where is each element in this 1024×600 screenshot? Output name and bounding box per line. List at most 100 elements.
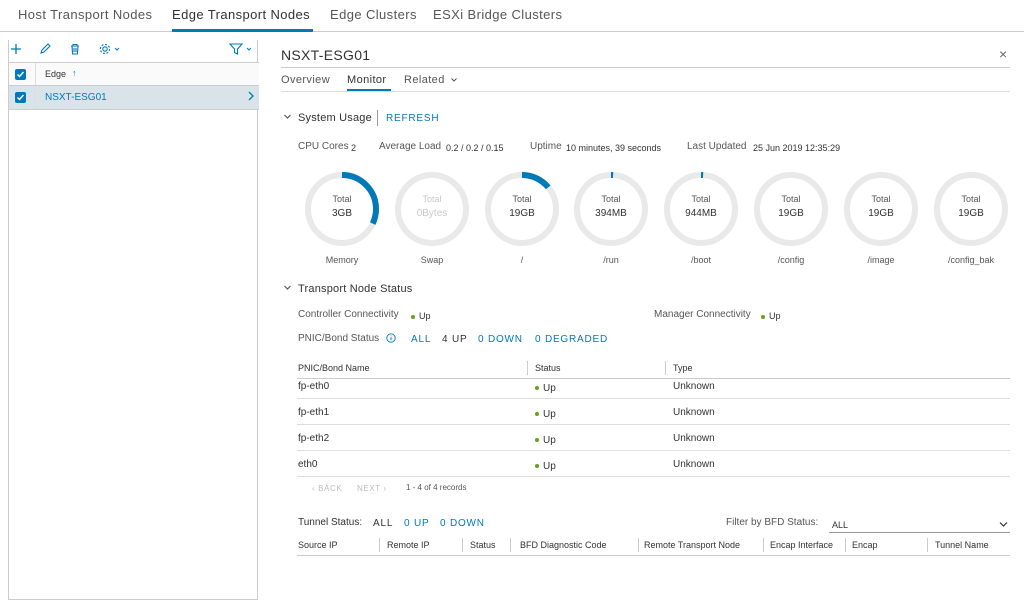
donut-total-value: 19GB xyxy=(868,208,894,219)
table-row[interactable]: NSXT-ESG01 xyxy=(9,86,259,110)
donut-total-value: 0Bytes xyxy=(416,208,448,219)
usage-donut: Total 944MB xyxy=(662,170,740,248)
tab-monitor[interactable]: Monitor xyxy=(347,74,386,86)
pnic-filter-all[interactable]: ALL xyxy=(411,334,431,345)
donut-total-value: 394MB xyxy=(595,208,627,219)
donut-total-label: Total xyxy=(601,194,621,204)
tunnel-filter-up[interactable]: 0 UP xyxy=(404,518,429,529)
chevron-right-icon[interactable] xyxy=(247,90,255,105)
filter-icon[interactable] xyxy=(228,42,255,58)
add-icon[interactable] xyxy=(9,42,25,58)
column-header-edge[interactable]: Edge xyxy=(45,69,66,79)
tunnel-status-label: Tunnel Status: xyxy=(298,517,363,528)
donut-total-label: Total xyxy=(691,194,711,204)
tab-esxi-bridge-clusters[interactable]: ESXi Bridge Clusters xyxy=(433,7,562,22)
average-load-value: 0.2 / 0.2 / 0.15 xyxy=(446,143,504,153)
tunnel-column-header[interactable]: BFD Diagnostic Code xyxy=(520,540,607,550)
donut-total-value: 19GB xyxy=(958,208,984,219)
bfd-filter-label: Filter by BFD Status: xyxy=(726,517,819,528)
cpu-cores-label: CPU Cores xyxy=(298,141,349,152)
top-tab-bar: Host Transport Nodes Edge Transport Node… xyxy=(0,0,1024,32)
pnic-status: Up xyxy=(535,461,556,472)
usage-donut: Total 19GB xyxy=(752,170,830,248)
pager-next-button[interactable]: NEXT › xyxy=(357,484,387,493)
info-icon[interactable] xyxy=(386,333,396,346)
column-header-type[interactable]: Type xyxy=(673,363,693,373)
active-tab-indicator xyxy=(172,29,313,32)
refresh-button[interactable]: REFRESH xyxy=(386,113,439,124)
pnic-bond-status-label: PNIC/Bond Status xyxy=(298,333,380,344)
status-up-dot xyxy=(411,314,415,319)
usage-donut: Total 19GB xyxy=(932,170,1010,248)
page-title: NSXT-ESG01 xyxy=(281,47,371,63)
uptime-label: Uptime xyxy=(530,141,562,152)
select-all-checkbox[interactable] xyxy=(15,69,26,80)
edit-icon[interactable] xyxy=(38,42,54,58)
usage-donut: Total 19GB xyxy=(483,170,561,248)
pnic-filter-degraded[interactable]: 0 DEGRADED xyxy=(535,334,608,345)
tunnel-column-header[interactable]: Encap Interface xyxy=(770,540,833,550)
delete-icon[interactable] xyxy=(68,42,84,58)
sort-ascending-icon[interactable]: ↑ xyxy=(72,68,77,78)
uptime-value: 10 minutes, 39 seconds xyxy=(566,143,662,153)
column-header-pnic-name[interactable]: PNIC/Bond Name xyxy=(298,363,370,373)
tab-host-transport-nodes[interactable]: Host Transport Nodes xyxy=(18,7,152,22)
donut-caption: /config xyxy=(777,255,805,265)
manager-connectivity-label: Manager Connectivity xyxy=(654,309,751,320)
pnic-status: Up xyxy=(535,435,556,446)
pnic-status: Up xyxy=(535,409,556,420)
last-updated-label: Last Updated xyxy=(687,141,747,152)
tunnel-filter-all[interactable]: ALL xyxy=(373,518,393,529)
collapse-system-usage-icon[interactable] xyxy=(283,112,292,122)
pnic-type: Unknown xyxy=(673,381,715,392)
donut-total-label: Total xyxy=(781,194,801,204)
bfd-status-selected-value: ALL xyxy=(832,520,849,530)
tab-overview[interactable]: Overview xyxy=(281,74,330,86)
cpu-cores-value: 2 xyxy=(351,143,357,153)
tunnel-filter-down[interactable]: 0 DOWN xyxy=(440,518,485,529)
tunnel-column-header[interactable]: Remote Transport Node xyxy=(644,540,740,550)
edge-node-link[interactable]: NSXT-ESG01 xyxy=(45,92,107,103)
pnic-name: fp-eth0 xyxy=(298,381,330,392)
tab-related[interactable]: Related xyxy=(404,74,458,86)
tunnel-column-header[interactable]: Tunnel Name xyxy=(935,540,989,550)
donut-total-label: Total xyxy=(961,194,981,204)
row-checkbox[interactable] xyxy=(15,92,26,103)
usage-donut: Total 19GB xyxy=(842,170,920,248)
donut-caption: /config_bak xyxy=(947,255,995,265)
tunnel-column-header[interactable]: Status xyxy=(470,540,496,550)
status-up-dot xyxy=(535,386,539,391)
status-up-dot xyxy=(535,438,539,443)
manager-connectivity-status: Up xyxy=(761,311,781,321)
tunnel-column-header[interactable]: Encap xyxy=(852,540,878,550)
settings-dropdown-icon[interactable] xyxy=(98,42,124,58)
donut-caption: Swap xyxy=(420,255,444,265)
pnic-filter-up[interactable]: 4 UP xyxy=(442,334,467,345)
pager-info: 1 - 4 of 4 records xyxy=(406,483,467,492)
collapse-transport-status-icon[interactable] xyxy=(283,283,292,293)
tunnel-column-header[interactable]: Source IP xyxy=(298,540,338,550)
last-updated-value: 25 Jun 2019 12:35:29 xyxy=(753,143,841,153)
usage-donut: Total 3GB xyxy=(303,170,381,248)
tunnel-column-header[interactable]: Remote IP xyxy=(387,540,430,550)
tab-edge-transport-nodes[interactable]: Edge Transport Nodes xyxy=(172,7,310,22)
list-toolbar xyxy=(9,40,259,62)
close-icon[interactable]: × xyxy=(999,46,1007,62)
column-header-status[interactable]: Status xyxy=(535,363,561,373)
pnic-type: Unknown xyxy=(673,433,715,444)
status-up-dot xyxy=(761,314,765,319)
edge-list-panel: Edge ↑ NSXT-ESG01 xyxy=(8,40,259,600)
status-up-dot xyxy=(535,464,539,469)
average-load-label: Average Load xyxy=(379,141,442,152)
pager-back-button[interactable]: ‹ BACK xyxy=(312,484,342,493)
tab-edge-clusters[interactable]: Edge Clusters xyxy=(330,7,417,22)
donut-caption: /run xyxy=(603,255,619,265)
transport-node-status-title: Transport Node Status xyxy=(298,283,413,295)
donut-total-label: Total xyxy=(871,194,891,204)
donut-total-value: 19GB xyxy=(509,208,535,219)
bfd-status-select[interactable]: ALL xyxy=(829,516,1010,533)
pnic-type: Unknown xyxy=(673,459,715,470)
pnic-filter-down[interactable]: 0 DOWN xyxy=(478,334,523,345)
system-usage-title: System Usage xyxy=(298,112,372,124)
donut-total-label: Total xyxy=(422,194,442,204)
